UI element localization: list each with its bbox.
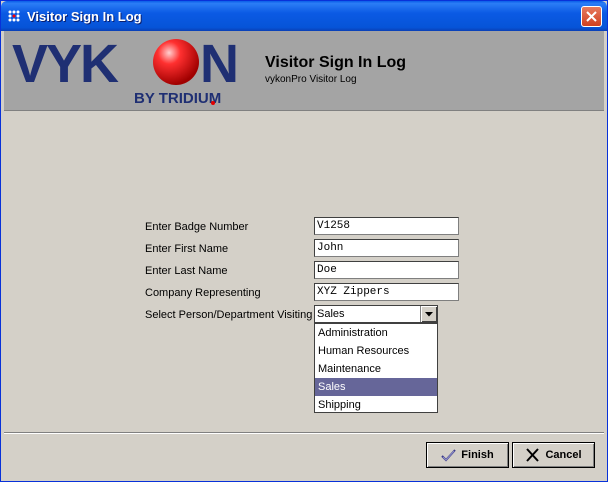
vykon-logo: VYK N BY TRIDIUM — [12, 37, 239, 107]
title-bar[interactable]: Visitor Sign In Log — [1, 1, 607, 31]
visiting-label: Select Person/Department Visiting — [145, 309, 313, 321]
cancel-button[interactable]: Cancel — [512, 442, 595, 468]
close-icon — [526, 448, 540, 462]
visitor-sign-in-window: Visitor Sign In Log VYK N BY TRIDIUM Vis… — [0, 0, 608, 482]
checkmark-icon — [441, 449, 457, 462]
close-button[interactable] — [581, 6, 602, 27]
cancel-label: Cancel — [545, 449, 582, 461]
window-title: Visitor Sign In Log — [27, 9, 142, 24]
visiting-dropdown-list: Administration Human Resources Maintenan… — [314, 323, 438, 413]
visiting-selected-value: Sales — [317, 308, 345, 320]
close-icon — [586, 11, 597, 22]
header-banner: VYK N BY TRIDIUM Visitor Sign In Log vyk… — [4, 31, 604, 111]
first-name-field[interactable] — [314, 239, 459, 257]
company-label: Company Representing — [145, 287, 261, 299]
chevron-down-icon — [425, 311, 433, 316]
option-shipping[interactable]: Shipping — [315, 396, 437, 414]
svg-text:N: N — [200, 37, 239, 94]
badge-number-label: Enter Badge Number — [145, 221, 249, 233]
dropdown-arrow-button[interactable] — [420, 306, 437, 322]
first-name-label: Enter First Name — [145, 243, 229, 255]
last-name-label: Enter Last Name — [145, 265, 228, 277]
finish-button[interactable]: Finish — [426, 442, 509, 468]
app-icon — [8, 10, 20, 22]
option-maintenance[interactable]: Maintenance — [315, 360, 437, 378]
visiting-select[interactable]: Sales — [314, 305, 438, 323]
form-area — [4, 112, 604, 432]
footer-separator — [4, 432, 604, 434]
last-name-field[interactable] — [314, 261, 459, 279]
option-sales[interactable]: Sales — [315, 378, 437, 396]
svg-text:BY TRIDIUM: BY TRIDIUM — [134, 90, 221, 107]
banner-subtitle: vykonPro Visitor Log — [265, 74, 357, 85]
option-human-resources[interactable]: Human Resources — [315, 342, 437, 360]
finish-label: Finish — [461, 449, 494, 461]
badge-number-field[interactable] — [314, 217, 459, 235]
banner-title: Visitor Sign In Log — [265, 54, 407, 71]
svg-text:VYK: VYK — [12, 37, 119, 94]
option-administration[interactable]: Administration — [315, 324, 437, 342]
company-field[interactable] — [314, 283, 459, 301]
